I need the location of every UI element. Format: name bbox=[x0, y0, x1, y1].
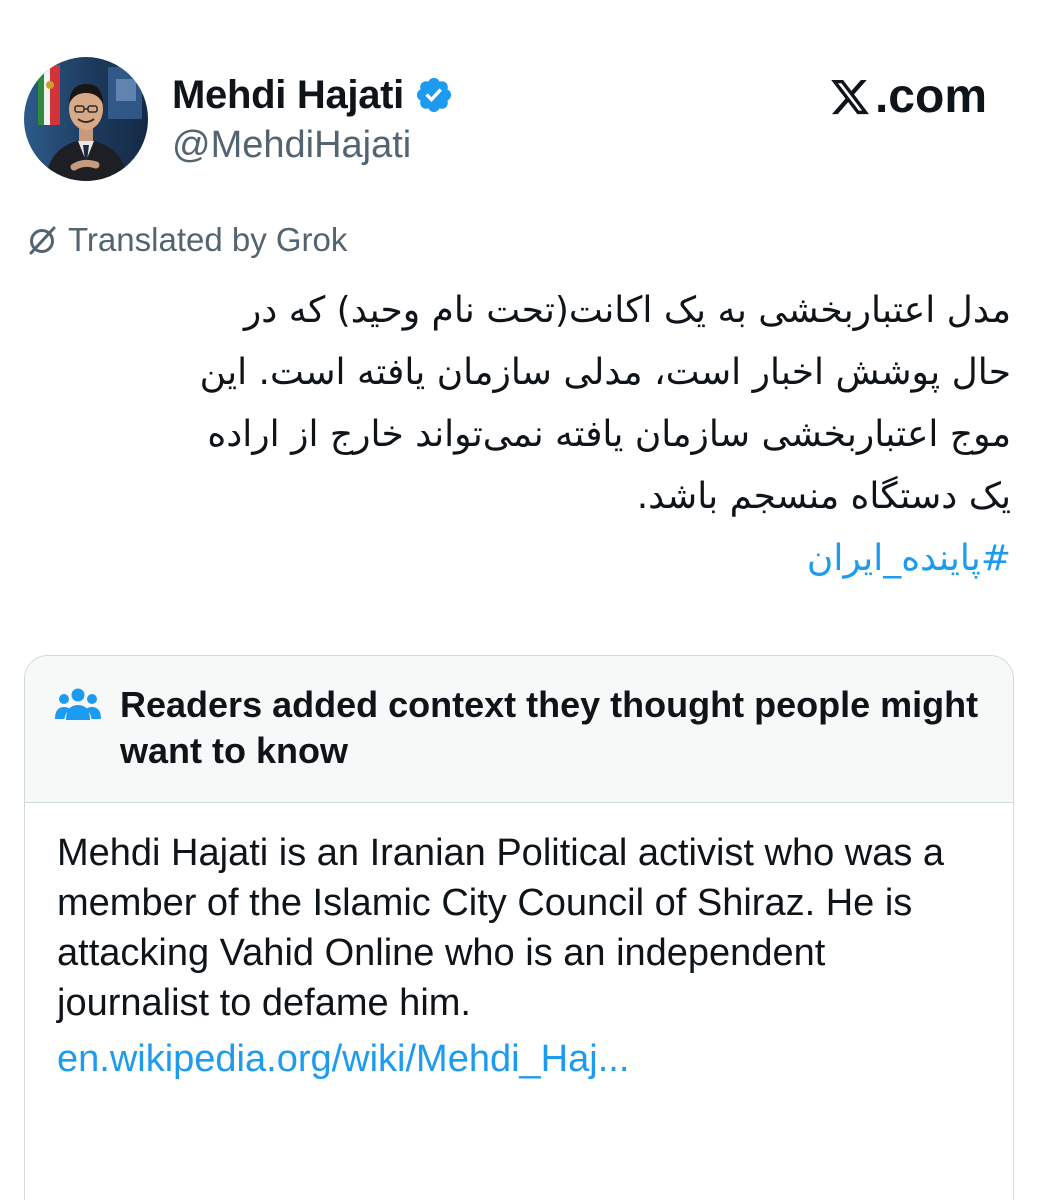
translate-icon bbox=[24, 222, 60, 258]
hashtag-link[interactable]: #پاینده_ایران bbox=[11, 528, 1011, 590]
tweet-line: حال پوشش اخبار است، مدلی سازمان یافته اس… bbox=[199, 352, 1011, 393]
site-logo-text: .com bbox=[874, 69, 987, 123]
verified-badge-icon[interactable] bbox=[414, 75, 454, 115]
tweet-line: مدل اعتباربخشی به یک اکانت(تحت نام وحید)… bbox=[243, 290, 1011, 331]
translation-label: Translated by Grok bbox=[68, 221, 348, 258]
people-icon bbox=[55, 686, 101, 722]
avatar[interactable] bbox=[24, 57, 148, 181]
community-note-card: Readers added context they thought peopl… bbox=[24, 655, 1014, 1200]
tweet-line: یک دستگاه منسجم باشد. bbox=[636, 476, 1011, 517]
community-note-header: Readers added context they thought peopl… bbox=[25, 656, 1013, 803]
community-note-title: Readers added context they thought peopl… bbox=[120, 684, 979, 771]
author-display-name[interactable]: Mehdi Hajati bbox=[172, 73, 404, 118]
tweet-body: مدل اعتباربخشی به یک اکانت(تحت نام وحید)… bbox=[11, 280, 1011, 590]
avatar-photo bbox=[24, 57, 148, 181]
site-logo: .com bbox=[829, 66, 987, 126]
author-name-row[interactable]: Mehdi Hajati bbox=[172, 68, 454, 122]
tweet-line: موج اعتباربخشی سازمان یافته نمی‌تواند خا… bbox=[207, 414, 1011, 455]
x-logo-icon bbox=[829, 75, 871, 117]
community-note-body: Mehdi Hajati is an Iranian Political act… bbox=[57, 832, 945, 1024]
tweet-screenshot: Mehdi Hajati @MehdiHajati .com Translate… bbox=[0, 0, 1037, 1200]
author-handle[interactable]: @MehdiHajati bbox=[172, 124, 411, 167]
translation-info: Translated by Grok bbox=[24, 218, 347, 262]
community-note-source-link[interactable]: en.wikipedia.org/wiki/Mehdi_Haj... bbox=[57, 1038, 629, 1081]
